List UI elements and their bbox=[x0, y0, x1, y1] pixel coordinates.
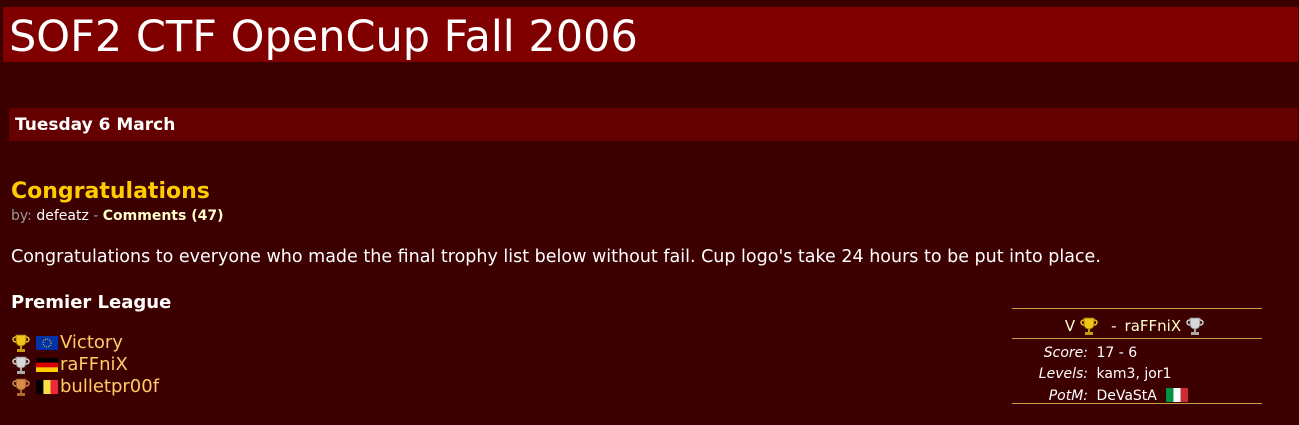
match-potm-row: PotM: DeVaStA bbox=[1012, 387, 1189, 406]
trophy-row: bulletpr00f bbox=[10, 376, 159, 398]
eu-flag-icon bbox=[36, 336, 58, 350]
silver-trophy-icon bbox=[1186, 317, 1204, 335]
byline-separator: - bbox=[93, 208, 99, 224]
match-dash: - bbox=[1111, 317, 1117, 335]
by-label: by: bbox=[11, 208, 32, 224]
team-link[interactable]: bulletpr00f bbox=[60, 376, 159, 398]
date-bar: Tuesday 6 March bbox=[9, 108, 1298, 141]
trophy-row: raFFniX bbox=[10, 354, 159, 376]
site-title[interactable]: SOF2 CTF OpenCup Fall 2006 bbox=[9, 13, 638, 61]
page: SOF2 CTF OpenCup Fall 2006 Tuesday 6 Mar… bbox=[3, 5, 1298, 425]
match-divider bbox=[1012, 338, 1262, 339]
silver-trophy-icon bbox=[12, 356, 30, 374]
potm-player[interactable]: DeVaStA bbox=[1096, 388, 1156, 404]
levels-value: kam3, jor1 bbox=[1096, 366, 1172, 382]
news-body: Congratulations to everyone who made the… bbox=[11, 247, 1101, 267]
bronze-trophy-icon bbox=[12, 378, 30, 396]
league-title: Premier League bbox=[11, 292, 172, 313]
comments-link[interactable]: Comments (47) bbox=[103, 208, 224, 224]
trophy-row: Victory bbox=[10, 332, 159, 354]
news-byline: by: defeatz - Comments (47) bbox=[11, 208, 223, 225]
match-levels-row: Levels: kam3, jor1 bbox=[1012, 365, 1172, 384]
match-result-box: V - raFFniX Score: 17 - 6 Levels: kam3, … bbox=[1012, 308, 1262, 404]
match-header: V - raFFniX bbox=[1012, 315, 1262, 337]
germany-flag-icon bbox=[36, 358, 58, 372]
match-team-a[interactable]: V bbox=[1065, 317, 1075, 335]
team-link[interactable]: raFFniX bbox=[60, 354, 128, 376]
italy-flag-icon bbox=[1166, 388, 1189, 402]
match-team-b[interactable]: raFFniX bbox=[1125, 317, 1182, 335]
belgium-flag-icon bbox=[36, 380, 58, 394]
score-label: Score: bbox=[1043, 345, 1088, 361]
team-link[interactable]: Victory bbox=[60, 332, 123, 354]
potm-label: PotM: bbox=[1048, 388, 1088, 404]
score-value: 17 - 6 bbox=[1096, 345, 1138, 361]
gold-trophy-icon bbox=[1080, 317, 1098, 335]
gold-trophy-icon bbox=[12, 334, 30, 352]
date-heading: Tuesday 6 March bbox=[15, 115, 176, 135]
site-header: SOF2 CTF OpenCup Fall 2006 bbox=[3, 7, 1298, 62]
author-link[interactable]: defeatz bbox=[36, 208, 88, 224]
news-title[interactable]: Congratulations bbox=[11, 179, 210, 205]
trophy-list: Victory raFFniX bulletpr00f bbox=[10, 332, 159, 398]
match-score-row: Score: 17 - 6 bbox=[1012, 344, 1137, 363]
levels-label: Levels: bbox=[1038, 366, 1088, 382]
